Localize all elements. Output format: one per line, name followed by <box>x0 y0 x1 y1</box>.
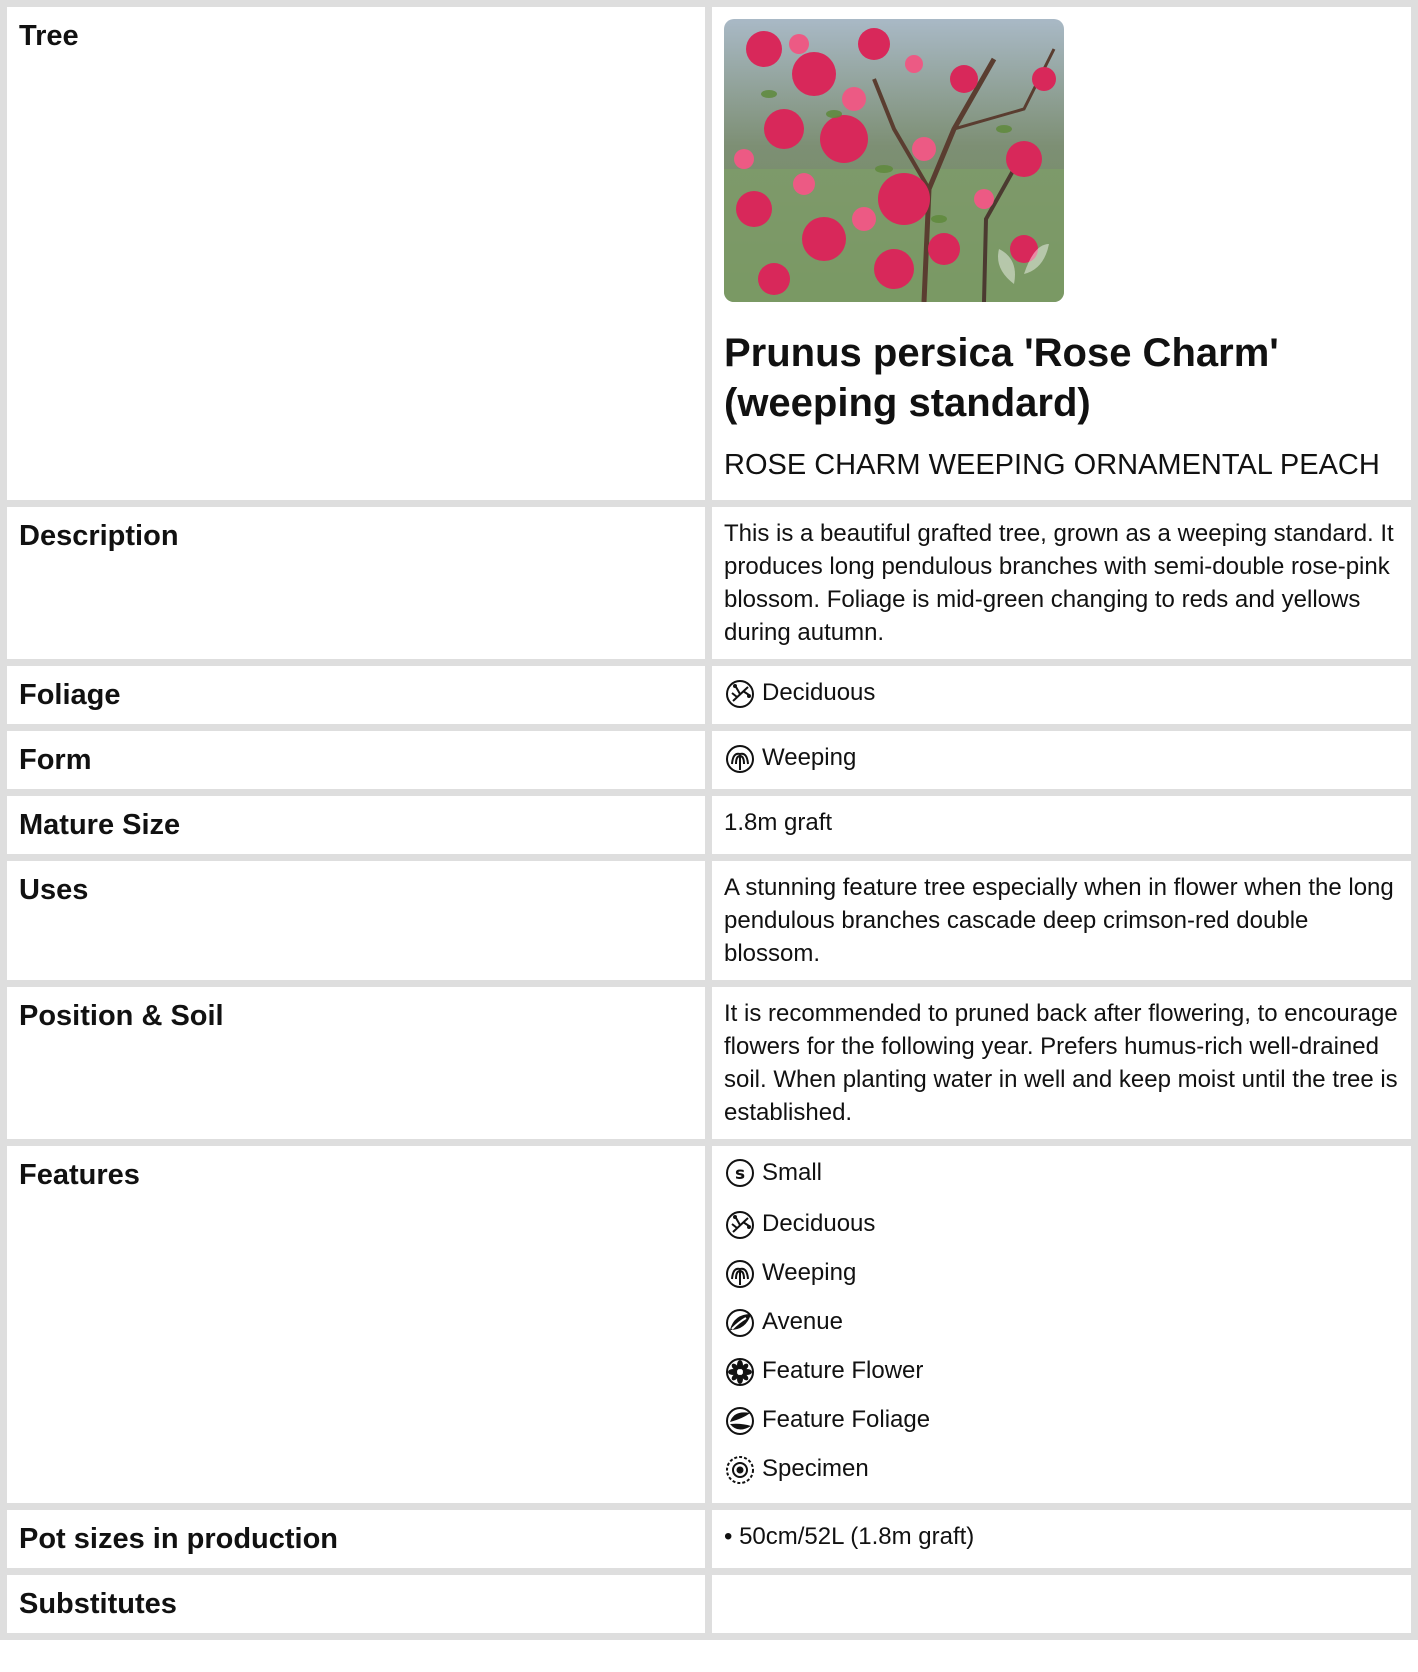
feature-item: Avenue <box>724 1297 1399 1346</box>
row-value: This is a beautiful grafted tree, grown … <box>712 507 1411 659</box>
row-label: Description <box>7 507 705 659</box>
feature-item: s Small <box>724 1156 1399 1199</box>
weeping-icon <box>726 744 754 773</box>
row-position-soil: Position & Soil It is recommended to pru… <box>7 987 1411 1139</box>
row-label: Position & Soil <box>7 987 705 1139</box>
features-list: s Small Deciduous Weeping Avenue Feature… <box>712 1146 1411 1503</box>
row-label: Tree <box>7 7 705 500</box>
foliage-icon <box>726 1406 754 1435</box>
deciduous-icon <box>726 1210 754 1239</box>
feature-label: Feature Flower <box>762 1357 924 1384</box>
row-label: Foliage <box>7 666 705 724</box>
common-name: ROSE CHARM WEEPING ORNAMENTAL PEACH <box>724 449 1380 481</box>
avenue-icon <box>726 1308 754 1337</box>
row-mature-size: Mature Size 1.8m graft <box>7 796 1411 854</box>
row-label: Mature Size <box>7 796 705 854</box>
feature-label: Deciduous <box>762 1210 876 1237</box>
foliage-value: Deciduous <box>762 679 876 706</box>
row-label: Form <box>7 731 705 789</box>
row-form: Form Weeping <box>7 731 1411 789</box>
feature-label: Weeping <box>762 1259 857 1286</box>
feature-label: Specimen <box>762 1455 869 1482</box>
form-value: Weeping <box>762 744 857 771</box>
row-tree: Tree Prunus persica 'Rose Charm' (weepin… <box>7 7 1411 500</box>
row-label: Substitutes <box>7 1575 705 1633</box>
row-value: Deciduous <box>724 676 1399 709</box>
feature-item: Deciduous <box>724 1199 1399 1248</box>
row-value: Weeping <box>724 741 1399 774</box>
row-value: • 50cm/52L (1.8m graft) <box>712 1510 1411 1568</box>
feature-item: Specimen <box>724 1444 1399 1493</box>
row-value: A stunning feature tree especially when … <box>712 861 1411 980</box>
feature-item: Feature Flower <box>724 1346 1399 1395</box>
row-value: 1.8m graft <box>712 796 1411 854</box>
row-value <box>712 1575 1411 1633</box>
row-value: It is recommended to pruned back after f… <box>712 987 1411 1139</box>
feature-item: Weeping <box>724 1248 1399 1297</box>
plant-spec-table: Tree Prunus persica 'Rose Charm' (weepin… <box>0 0 1418 1640</box>
row-description: Description This is a beautiful grafted … <box>7 507 1411 659</box>
flower-icon <box>726 1357 754 1386</box>
row-label: Uses <box>7 861 705 980</box>
row-pot-sizes: Pot sizes in production • 50cm/52L (1.8m… <box>7 1510 1411 1568</box>
row-label: Features <box>7 1146 705 1503</box>
row-label: Pot sizes in production <box>7 1510 705 1568</box>
feature-item: Feature Foliage <box>724 1395 1399 1444</box>
row-substitutes: Substitutes <box>7 1575 1411 1633</box>
botanical-name: Prunus persica 'Rose Charm' (weeping sta… <box>724 331 1279 425</box>
row-foliage: Foliage Deciduous <box>7 666 1411 724</box>
specimen-icon <box>726 1455 754 1484</box>
svg-text:s: s <box>735 1164 745 1184</box>
plant-photo <box>724 19 1064 302</box>
row-value: Prunus persica 'Rose Charm' (weeping sta… <box>712 7 1411 500</box>
feature-label: Small <box>762 1159 823 1186</box>
weeping-icon <box>726 1259 754 1288</box>
small-s-icon: s <box>726 1159 754 1187</box>
deciduous-icon <box>726 679 754 708</box>
row-uses: Uses A stunning feature tree especially … <box>7 861 1411 980</box>
row-features: Features s Small Deciduous Weeping Avenu… <box>7 1146 1411 1503</box>
feature-label: Feature Foliage <box>762 1406 931 1433</box>
feature-label: Avenue <box>762 1308 843 1335</box>
